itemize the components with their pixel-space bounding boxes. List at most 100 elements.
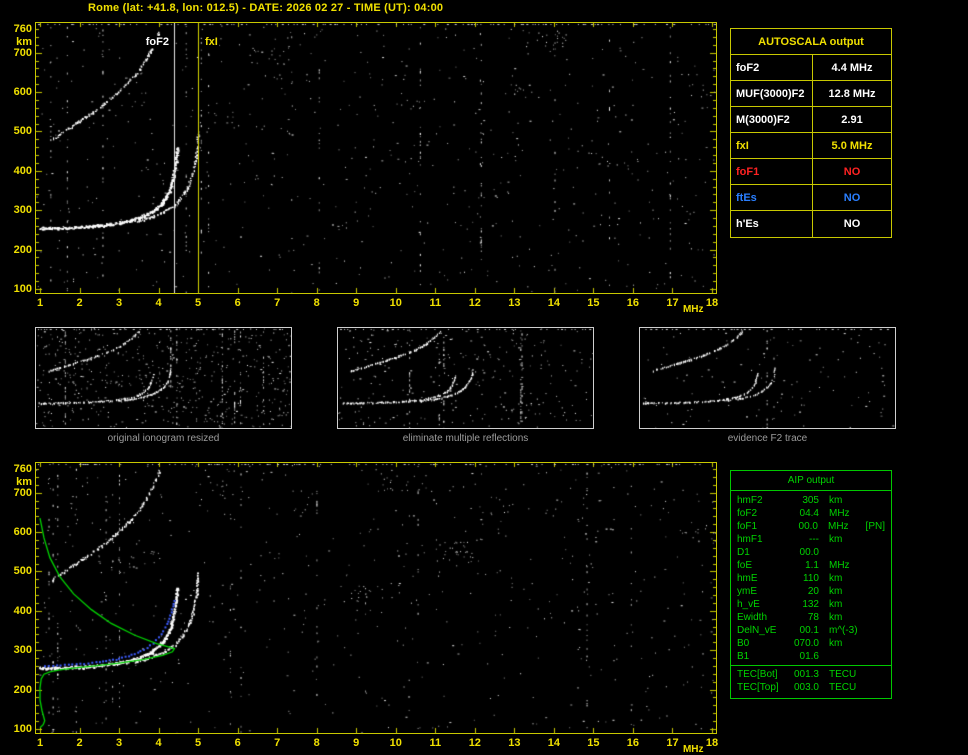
profile-ionogram-canvas bbox=[36, 463, 716, 733]
aip-cell-name: Ewidth bbox=[737, 612, 768, 623]
panel-original-ionogram bbox=[35, 327, 292, 429]
aip-cell-name: DelN_vE bbox=[737, 625, 777, 636]
aip-cell-unit: MHz bbox=[829, 560, 850, 571]
main-ionogram-canvas bbox=[36, 23, 716, 293]
aip-cell-name: B1 bbox=[737, 651, 750, 662]
x-axis-tick-label-top: 8 bbox=[313, 297, 320, 309]
panel-caption-original: original ionogram resized bbox=[107, 433, 220, 444]
aip-cell-unit: MHz bbox=[827, 521, 849, 532]
autoscala-row-value: NO bbox=[843, 192, 861, 204]
y-axis-tick-label-bottom: 760 bbox=[13, 463, 32, 475]
aip-cell-val: 110 bbox=[803, 573, 819, 584]
y-axis-tick-label-bottom: 300 bbox=[13, 644, 32, 657]
autoscala-row-fof1: foF1 NO bbox=[731, 159, 891, 185]
x-axis-tick-label-top: 15 bbox=[587, 297, 600, 309]
y-axis-tick-label-top: 300 bbox=[13, 204, 32, 217]
aip-cell-val: 00.1 bbox=[799, 625, 819, 636]
aip-cell-val: 00.0 bbox=[798, 521, 818, 532]
panel-evidence-f2-trace-canvas bbox=[640, 328, 895, 428]
x-axis-tick-label-bottom: 14 bbox=[547, 737, 560, 749]
aip-table-title: AIP output bbox=[731, 471, 891, 491]
fxi-marker-label: fxI bbox=[204, 36, 219, 48]
y-axis-tick-label-bottom: 700 bbox=[13, 486, 32, 499]
aip-cell-name: h_vE bbox=[737, 599, 760, 610]
aip-cell-name: hmE bbox=[737, 573, 758, 584]
aip-output-box: AIP output hmF2 305 km foF2 04.4 MHz foF1 00.0 M… bbox=[730, 470, 892, 699]
x-axis-tick-label-top: 13 bbox=[508, 297, 521, 309]
panel-caption-evidence: evidence F2 trace bbox=[727, 433, 808, 444]
y-axis-tick-label-top: 760 bbox=[13, 23, 32, 35]
aip-cell-unit: TECU bbox=[829, 682, 857, 693]
aip-cell-name: TEC[Bot] bbox=[737, 669, 778, 680]
aip-row-deln-ve: DelN_vE 00.1 m^(-3) bbox=[731, 624, 891, 637]
x-axis-tick-label-top: 11 bbox=[429, 297, 442, 309]
autoscala-row-label: fxI bbox=[731, 133, 813, 158]
x-axis-tick-label-bottom: 4 bbox=[155, 737, 162, 749]
aip-row-ewidth: Ewidth 78 km bbox=[731, 611, 891, 624]
aip-cell-name: hmF2 bbox=[737, 495, 763, 506]
x-axis-tick-label-bottom: 6 bbox=[234, 737, 241, 749]
x-axis-tick-label-bottom: 3 bbox=[115, 737, 123, 749]
x-axis-tick-label-top: 14 bbox=[547, 297, 560, 309]
x-axis-tick-label-top: 3 bbox=[115, 297, 123, 309]
aip-cell-name: TEC[Top] bbox=[737, 682, 779, 693]
aip-row-h-ve: h_vE 132 km bbox=[731, 598, 891, 611]
aip-row-hmf2: hmF2 305 km bbox=[731, 494, 891, 507]
x-axis-tick-label-bottom: 12 bbox=[468, 737, 481, 749]
aip-cell-unit: km bbox=[829, 638, 843, 649]
autoscala-row-ftes: ftEs NO bbox=[731, 185, 891, 211]
aip-row-fof2: foF2 04.4 MHz bbox=[731, 507, 891, 520]
y-axis-unit-label-top: km bbox=[16, 36, 32, 48]
aip-cell-name: hmF1 bbox=[737, 534, 763, 545]
aip-cell-unit bbox=[829, 650, 865, 663]
x-axis-tick-label-bottom: 11 bbox=[429, 737, 442, 749]
aip-row-yme: ymE 20 km bbox=[731, 585, 891, 598]
autoscala-table-rows: foF2 4.4 MHz MUF(3000)F2 12.8 MHz M(3000)F2 2… bbox=[731, 55, 891, 237]
y-axis-unit-label-bottom: km bbox=[16, 476, 32, 488]
aip-cell-val: 00.0 bbox=[799, 547, 819, 558]
panel-eliminate-reflections-canvas bbox=[338, 328, 593, 428]
x-axis-unit-label-top: MHz bbox=[682, 304, 704, 315]
autoscala-row-value: 5.0 MHz bbox=[831, 140, 873, 152]
aip-cell-val: 20 bbox=[807, 586, 819, 597]
aip-cell-name: D1 bbox=[737, 547, 750, 558]
aip-cell-unit: TECU bbox=[829, 669, 857, 680]
aip-cell-val: 001.3 bbox=[793, 669, 819, 680]
aip-row-d1: D1 00.0 bbox=[731, 546, 891, 559]
x-axis-tick-label-top: 12 bbox=[468, 297, 481, 309]
aip-row-fof1: foF1 00.0 MHz [PN] bbox=[731, 520, 891, 533]
x-axis-tick-label-bottom: 8 bbox=[313, 737, 320, 749]
x-axis-tick-label-bottom: 9 bbox=[353, 737, 360, 749]
aip-cell-unit: km bbox=[829, 495, 843, 506]
panel-original-ionogram-canvas bbox=[36, 328, 291, 428]
y-axis-tick-label-top: 200 bbox=[13, 243, 32, 256]
x-axis-tick-label-bottom: 7 bbox=[274, 737, 281, 749]
autoscala-row-fof2: foF2 4.4 MHz bbox=[731, 55, 891, 81]
y-axis-tick-label-bottom: 400 bbox=[13, 604, 32, 617]
autoscala-row-label: M(3000)F2 bbox=[731, 107, 813, 132]
y-axis-tick-label-bottom: 100 bbox=[13, 723, 32, 735]
y-axis-tick-label-top: 400 bbox=[13, 164, 32, 177]
aip-row-hme: hmE 110 km bbox=[731, 572, 891, 585]
autoscala-row-label: h'Es bbox=[731, 211, 813, 237]
aip-row-tec-bot: TEC[Bot] 001.3 TECU bbox=[731, 668, 891, 681]
autoscala-row-value: NO bbox=[843, 166, 861, 178]
x-axis-tick-label-top: 10 bbox=[389, 297, 402, 309]
x-axis-tick-label-top: 5 bbox=[195, 297, 202, 309]
aip-row-hmf1: hmF1 --- km bbox=[731, 533, 891, 546]
aip-separator bbox=[731, 665, 891, 666]
page-title: Rome (lat: +41.8, lon: 012.5) - DATE: 20… bbox=[88, 2, 444, 14]
fof2-marker-label: foF2 bbox=[136, 36, 170, 48]
x-axis-tick-label-bottom: 2 bbox=[76, 737, 83, 749]
x-axis-tick-label-bottom: 15 bbox=[587, 737, 600, 749]
aip-cell-val: 01.6 bbox=[799, 651, 819, 662]
aip-row-tec-top: TEC[Top] 003.0 TECU bbox=[731, 681, 891, 694]
y-axis-tick-label-top: 500 bbox=[13, 125, 32, 138]
x-axis-unit-label-bottom: MHz bbox=[682, 744, 704, 755]
x-axis-tick-label-top: 6 bbox=[234, 297, 241, 309]
autoscala-row-h-es: h'Es NO bbox=[731, 211, 891, 237]
aip-cell-unit: km bbox=[829, 534, 843, 545]
autoscala-row-label: foF2 bbox=[731, 55, 813, 80]
aip-cell-unit: km bbox=[829, 586, 843, 597]
aip-cell-unit: m^(-3) bbox=[829, 625, 858, 636]
